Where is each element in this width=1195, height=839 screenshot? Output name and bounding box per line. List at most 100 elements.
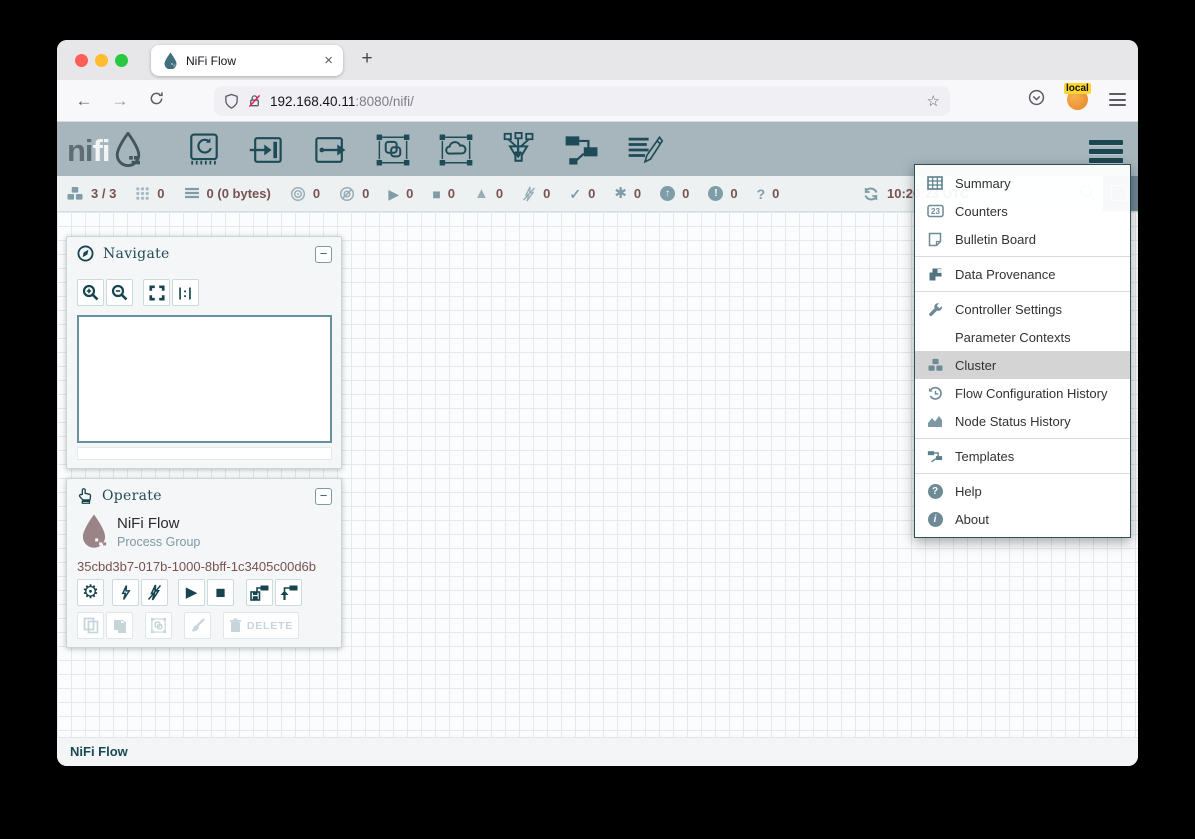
- global-menu-button[interactable]: [1089, 140, 1123, 167]
- menu-item-about[interactable]: i About: [915, 505, 1130, 533]
- group-button[interactable]: [145, 612, 172, 639]
- pocket-icon[interactable]: [1023, 89, 1049, 113]
- new-tab-button[interactable]: +: [355, 48, 379, 72]
- menu-item-parameter-contexts[interactable]: Parameter Contexts: [915, 323, 1130, 351]
- selected-flow-type: Process Group: [117, 535, 200, 549]
- svg-text:23: 23: [931, 207, 940, 216]
- paste-button[interactable]: [106, 612, 133, 639]
- menu-item-data-provenance[interactable]: Data Provenance: [915, 260, 1130, 288]
- breadcrumb[interactable]: NiFi Flow: [70, 744, 128, 759]
- refresh-icon[interactable]: [863, 186, 879, 202]
- desktop-background: NiFi Flow × + ← → 192.168.40.11:8080/nif…: [0, 0, 1195, 839]
- delete-button[interactable]: DELETE: [223, 612, 299, 639]
- flow-config-history-icon: [926, 386, 944, 401]
- bookmark-star-icon[interactable]: ☆: [927, 92, 940, 110]
- forward-button[interactable]: →: [107, 89, 133, 113]
- browser-menu-icon[interactable]: [1109, 93, 1126, 110]
- copy-button[interactable]: [77, 612, 104, 639]
- menu-divider: [915, 438, 1130, 439]
- navigate-title: Navigate: [103, 246, 170, 262]
- threads-icon: [135, 186, 150, 201]
- bulletin-board-icon: [926, 232, 944, 247]
- navigate-buttons: |:|: [77, 279, 199, 306]
- queued-stat: 0 (0 bytes): [184, 186, 271, 201]
- menu-item-node-status-history[interactable]: Node Status History: [915, 407, 1130, 435]
- browser-window: NiFi Flow × + ← → 192.168.40.11:8080/nif…: [57, 40, 1138, 766]
- trash-icon: [229, 618, 242, 633]
- stopped-stat: ■ 0: [432, 186, 455, 201]
- stop-button[interactable]: ■: [207, 579, 234, 606]
- about-icon: i: [926, 512, 944, 527]
- locally-modified-stale-stat: ! 0: [708, 186, 737, 201]
- menu-item-controller-settings[interactable]: Controller Settings: [915, 295, 1130, 323]
- transmitting-stat: 0: [290, 186, 320, 202]
- operate-title: Operate: [102, 488, 162, 504]
- active-threads-stat: 0: [135, 186, 164, 201]
- menu-item-bulletin-board[interactable]: Bulletin Board: [915, 225, 1130, 253]
- browser-tab[interactable]: NiFi Flow ×: [151, 45, 343, 76]
- arrow-up-circle-icon: ↑: [660, 186, 675, 201]
- menu-item-summary[interactable]: Summary: [915, 169, 1130, 197]
- template-component[interactable]: [560, 130, 604, 170]
- minimize-window-button[interactable]: [95, 54, 108, 67]
- disable-button[interactable]: [141, 579, 168, 606]
- birdseye-minimap[interactable]: [77, 315, 332, 443]
- back-button[interactable]: ←: [71, 89, 97, 113]
- operate-collapse-button[interactable]: −: [315, 488, 332, 505]
- not-transmitting-stat: 0: [339, 186, 369, 202]
- processor-component[interactable]: [182, 130, 226, 170]
- close-window-button[interactable]: [75, 54, 88, 67]
- zoom-fit-button[interactable]: [143, 279, 170, 306]
- cluster-icon: [926, 358, 944, 372]
- url-text: 192.168.40.11:8080/nifi/: [270, 94, 414, 109]
- menu-item-counters[interactable]: 23 Counters: [915, 197, 1130, 225]
- start-button[interactable]: ▶: [178, 579, 205, 606]
- process-group-component[interactable]: [371, 130, 415, 170]
- input-port-component[interactable]: [245, 130, 289, 170]
- summary-table-icon: [926, 176, 944, 190]
- menu-item-templates[interactable]: Templates: [915, 442, 1130, 470]
- compass-icon: [77, 245, 94, 262]
- configuration-button[interactable]: ⚙: [77, 579, 104, 606]
- check-icon: ✓: [569, 187, 581, 201]
- insecure-lock-icon[interactable]: [247, 93, 262, 109]
- selected-flow-id: 35cbd3b7-017b-1000-8bff-1c3405c00d6b: [77, 559, 316, 574]
- label-component[interactable]: [623, 130, 667, 170]
- not-transmitting-icon: [339, 186, 355, 202]
- funnel-component[interactable]: [497, 130, 541, 170]
- stop-icon: ■: [432, 187, 440, 201]
- menu-divider: [915, 256, 1130, 257]
- help-icon: ?: [926, 484, 944, 499]
- menu-item-flow-configuration-history[interactable]: Flow Configuration History: [915, 379, 1130, 407]
- zoom-out-button[interactable]: [106, 279, 133, 306]
- menu-item-help[interactable]: ? Help: [915, 477, 1130, 505]
- output-port-component[interactable]: [308, 130, 352, 170]
- navigate-header: Navigate: [67, 237, 341, 266]
- color-button[interactable]: [184, 612, 211, 639]
- disabled-stat: 0: [522, 186, 550, 202]
- zoom-actual-button[interactable]: |:|: [172, 279, 199, 306]
- menu-divider: [915, 473, 1130, 474]
- tab-close-icon[interactable]: ×: [324, 53, 333, 68]
- cluster-icon: [66, 186, 84, 201]
- remote-process-group-component[interactable]: [434, 130, 478, 170]
- transmitting-icon: [290, 186, 306, 202]
- zoom-in-button[interactable]: [77, 279, 104, 306]
- tracking-shield-icon[interactable]: [224, 93, 239, 110]
- zoom-window-button[interactable]: [115, 54, 128, 67]
- operate-panel: Operate − NiFi Flow Process Group 35cbd3…: [66, 478, 342, 648]
- logo-ni: ni: [67, 134, 93, 168]
- url-bar[interactable]: 192.168.40.11:8080/nifi/ ☆: [214, 86, 950, 116]
- queue-list-icon: [184, 187, 200, 201]
- save-template-button[interactable]: [246, 579, 273, 606]
- upload-template-button[interactable]: [275, 579, 302, 606]
- sync-failure-stat: ? 0: [757, 186, 780, 201]
- menu-item-cluster[interactable]: Cluster: [915, 351, 1130, 379]
- component-toolbar: [182, 130, 667, 170]
- reload-button[interactable]: [143, 89, 169, 113]
- up-to-date-stat: ✓ 0: [569, 186, 595, 201]
- menu-divider: [915, 291, 1130, 292]
- enable-button[interactable]: [112, 579, 139, 606]
- navigate-collapse-button[interactable]: −: [315, 246, 332, 263]
- navigate-panel: Navigate − |:|: [66, 236, 342, 469]
